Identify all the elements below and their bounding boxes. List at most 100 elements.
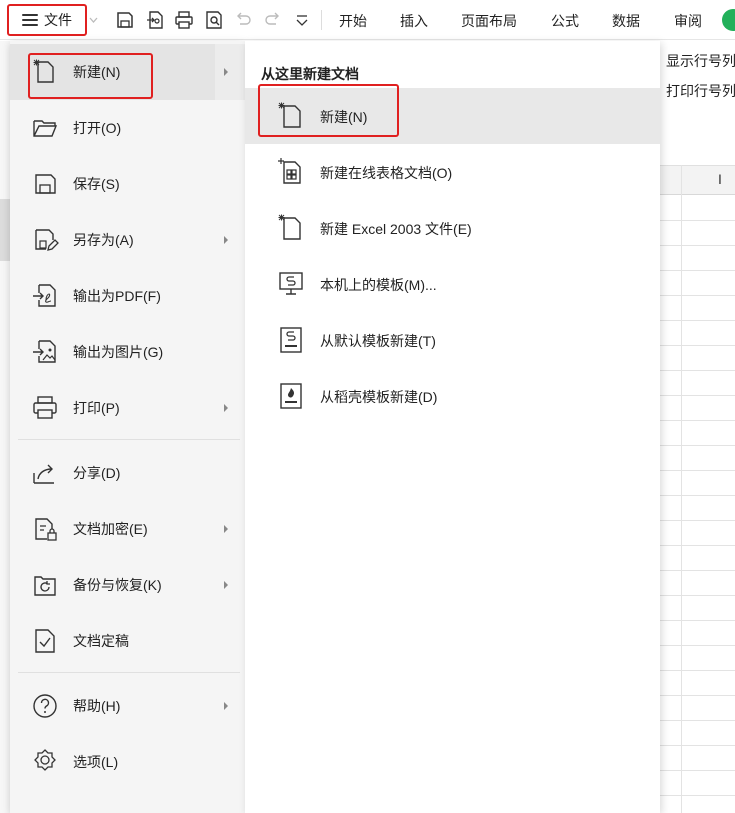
grid-line: [660, 320, 735, 321]
menu-item-open[interactable]: 打开(O): [10, 100, 245, 156]
export-image-icon: [30, 337, 60, 367]
menu-item-partial[interactable]: [10, 790, 245, 813]
help-icon: [30, 691, 60, 721]
grid-line: [660, 220, 735, 221]
menu-item-encrypt[interactable]: 文档加密(E): [10, 501, 245, 557]
wps-window: 文件 开始 插入 页面布局 公式 数据 审阅 显示行号列 打印行号列 I 新建(…: [0, 0, 735, 813]
grid-line: [660, 245, 735, 246]
menu-item-save-as[interactable]: 另存为(A): [10, 212, 245, 268]
menu-item-print[interactable]: 打印(P): [10, 380, 245, 436]
tab-page-layout[interactable]: 页面布局: [461, 11, 517, 31]
excel-2003-icon: [276, 213, 306, 243]
undo-icon[interactable]: [232, 9, 254, 31]
print-row-col-option[interactable]: 打印行号列: [666, 81, 735, 101]
export-pdf-icon: [30, 281, 60, 311]
grid-line: [660, 295, 735, 296]
submenu-expander[interactable]: [215, 44, 245, 100]
grid-line: [660, 670, 735, 671]
menu-divider: [18, 672, 240, 673]
tab-review[interactable]: 审阅: [674, 11, 702, 31]
tab-formula[interactable]: 公式: [551, 11, 579, 31]
menu-item-label: 文档加密(E): [73, 521, 148, 537]
menu-item-share[interactable]: 分享(D): [10, 445, 245, 501]
grid-line: [660, 445, 735, 446]
grid-line: [660, 720, 735, 721]
export-pdf-icon[interactable]: [144, 9, 166, 31]
submenu-item-excel-2003[interactable]: 新建 Excel 2003 文件(E): [245, 200, 660, 256]
menu-item-save[interactable]: 保存(S): [10, 156, 245, 212]
menu-item-label: 文档定稿: [73, 633, 129, 649]
grid-line: [660, 595, 735, 596]
file-menu-button[interactable]: 文件: [7, 4, 87, 36]
show-row-col-option[interactable]: 显示行号列: [666, 51, 735, 71]
partial-item-icon: [30, 803, 60, 813]
grid-line: [660, 745, 735, 746]
menu-item-options[interactable]: 选项(L): [10, 734, 245, 790]
save-icon: [30, 169, 60, 199]
grid-line: [660, 395, 735, 396]
encrypt-doc-icon: [30, 514, 60, 544]
more-dropdown-icon[interactable]: [291, 9, 313, 31]
tab-insert[interactable]: 插入: [400, 11, 428, 31]
column-header-label[interactable]: I: [718, 171, 722, 187]
tab-start[interactable]: 开始: [339, 11, 367, 31]
grid-line: [660, 345, 735, 346]
top-toolbar: 文件 开始 插入 页面布局 公式 数据 审阅: [0, 0, 735, 40]
menu-item-backup[interactable]: 备份与恢复(K): [10, 557, 245, 613]
save-icon[interactable]: [114, 9, 136, 31]
gear-icon: [30, 747, 60, 777]
menu-item-export-pdf[interactable]: 输出为PDF(F): [10, 268, 245, 324]
submenu-item-docer-template[interactable]: 从稻壳模板新建(D): [245, 368, 660, 424]
menu-item-label: 新建(N): [73, 64, 121, 80]
grid-line: [660, 795, 735, 796]
menu-item-finalize[interactable]: 文档定稿: [10, 613, 245, 669]
hamburger-icon: [22, 14, 38, 26]
menu-item-label: 备份与恢复(K): [73, 577, 162, 593]
menu-item-label: 帮助(H): [73, 698, 121, 714]
tab-data[interactable]: 数据: [612, 11, 640, 31]
save-as-icon: [30, 225, 60, 255]
new-doc-icon: [276, 101, 306, 131]
menu-item-label: 选项(L): [73, 754, 119, 770]
finalize-doc-icon: [30, 626, 60, 656]
menu-item-label: 输出为图片(G): [73, 344, 164, 360]
default-template-icon: [276, 325, 306, 355]
submenu-item-default-template[interactable]: 从默认模板新建(T): [245, 312, 660, 368]
submenu-item-local-template[interactable]: 本机上的模板(M)...: [245, 256, 660, 312]
submenu-item-label: 从稻壳模板新建(D): [320, 389, 438, 405]
column-header: [660, 165, 735, 195]
grid-line: [660, 420, 735, 421]
folder-open-icon: [30, 113, 60, 143]
submenu-item-new[interactable]: 新建(N): [245, 88, 660, 144]
submenu-item-online-sheet[interactable]: 新建在线表格文档(O): [245, 144, 660, 200]
chevron-right-icon: [224, 404, 228, 412]
grid-line: [660, 470, 735, 471]
menu-item-new[interactable]: 新建(N): [10, 44, 245, 100]
menu-item-label: 保存(S): [73, 176, 120, 192]
printer-icon[interactable]: [173, 9, 195, 31]
chevron-right-icon: [224, 68, 228, 76]
menu-item-label: 另存为(A): [73, 232, 134, 248]
chevron-down-icon[interactable]: [89, 15, 98, 25]
menu-item-export-image[interactable]: 输出为图片(G): [10, 324, 245, 380]
printer-icon: [30, 393, 60, 423]
grid-line: [660, 370, 735, 371]
grid-line: [681, 165, 682, 813]
chevron-right-icon: [224, 702, 228, 710]
docer-template-icon: [276, 381, 306, 411]
redo-icon[interactable]: [262, 9, 284, 31]
grid-line: [660, 645, 735, 646]
menu-item-label: 分享(D): [73, 465, 121, 481]
print-preview-icon[interactable]: [203, 9, 225, 31]
grid-line: [660, 570, 735, 571]
menu-item-help[interactable]: 帮助(H): [10, 678, 245, 734]
backup-restore-icon: [30, 570, 60, 600]
grid-line: [660, 770, 735, 771]
grid-line: [660, 545, 735, 546]
menu-item-label: 打开(O): [73, 120, 122, 136]
file-menu: 新建(N) 打开(O) 保存(S) 另存为(A) 输出为PDF(F) 输出为图片…: [10, 41, 245, 813]
new-submenu: 从这里新建文档 新建(N) 新建在线表格文档(O) 新建 Excel 2003 …: [245, 41, 660, 813]
avatar[interactable]: [722, 9, 735, 31]
grid-line: [660, 620, 735, 621]
row-header-strip: [0, 41, 10, 813]
